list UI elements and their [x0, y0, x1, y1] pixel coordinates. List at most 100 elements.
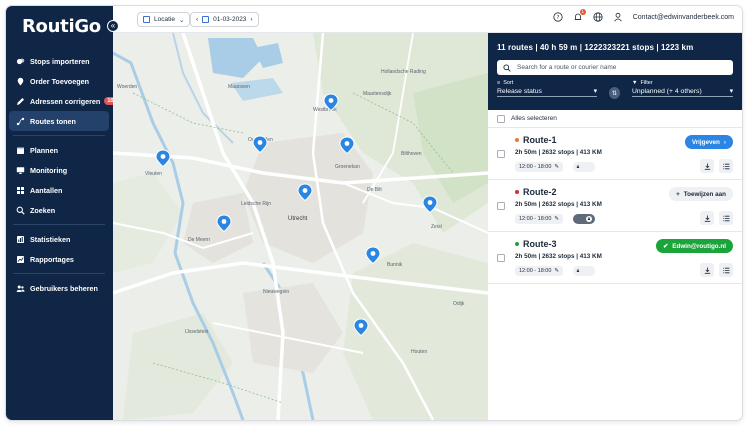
list-icon[interactable]: [719, 263, 733, 277]
location-label: Locatie: [154, 16, 175, 23]
chart-icon: [16, 255, 24, 263]
calendar-icon: [202, 16, 210, 23]
route-time-window[interactable]: 12:00 - 18:00 ✎: [515, 162, 564, 172]
building-icon: [143, 16, 150, 23]
routes-panel-header: 11 routes | 40 h 59 m | 1222323221 stops…: [488, 33, 742, 110]
route-search-input[interactable]: [517, 64, 717, 71]
route-lock-toggle[interactable]: 🔒︎: [573, 162, 595, 172]
stops-import-icon: [16, 57, 25, 65]
sidebar-item-gebruikers-beheren[interactable]: Gebruikers beheren: [9, 278, 109, 298]
caret-down-icon: ▾: [593, 88, 597, 95]
sort-select[interactable]: ≡ Sort Release status ▾: [497, 80, 597, 99]
filter-value: Unplanned (+ 4 others): [632, 87, 702, 95]
route-action-button[interactable]: Vrijgeven ›: [684, 135, 733, 149]
filter-label: Filter: [640, 80, 653, 86]
top-actions: ? 1 Contact@edwinvanderbeek.com: [553, 9, 734, 22]
download-icon[interactable]: [700, 211, 714, 225]
route-checkbox[interactable]: [497, 202, 505, 210]
map-place-label: Houten: [411, 349, 427, 355]
sidebar-item-aantallen[interactable]: Aantallen: [9, 180, 109, 200]
filter-select[interactable]: ▼ Filter Unplanned (+ 4 others) ▾: [632, 80, 733, 99]
sort-direction-icon[interactable]: ⇅: [609, 87, 620, 99]
chevron-right-icon: ›: [723, 138, 726, 146]
route-time-window[interactable]: 12:00 - 18:00 ✎: [515, 266, 564, 276]
pencil-icon: ✎: [554, 268, 560, 274]
notification-bell-icon[interactable]: 1: [573, 9, 586, 22]
order-add-icon: [16, 77, 24, 86]
user-icon[interactable]: [613, 12, 623, 22]
chevron-down-icon: ⌄: [178, 16, 185, 24]
sidebar-item-adressen-corrigeren[interactable]: Adressen corrigeren 10: [9, 91, 117, 111]
route-checkbox[interactable]: [497, 254, 505, 262]
sidebar-item-label: Plannen: [30, 145, 58, 155]
sidebar-item-stops-importeren[interactable]: Stops importeren: [9, 51, 109, 71]
users-icon: [16, 284, 25, 292]
route-status-dot: [515, 190, 519, 194]
sort-icon: ≡: [497, 80, 501, 86]
date-picker[interactable]: ‹ 01-03-2023 ›: [190, 12, 259, 27]
list-icon[interactable]: [719, 159, 733, 173]
route-name: Route-3: [523, 239, 557, 249]
collapse-sidebar-icon[interactable]: «: [107, 20, 119, 32]
lock-icon: 🔒︎: [576, 268, 580, 274]
map-place-label: Odijk: [453, 301, 465, 307]
sidebar-item-label: Routes tonen: [30, 116, 76, 126]
sidebar-item-plannen[interactable]: Plannen: [9, 140, 109, 160]
sidebar-item-monitoring[interactable]: Monitoring: [9, 160, 109, 180]
route-row[interactable]: Route-2 2h 50m | 2632 stops | 413 KM 12:00…: [488, 180, 742, 232]
sidebar-divider: [13, 273, 105, 274]
check-circle-icon: ✔: [663, 242, 669, 250]
pencil-icon: [16, 97, 24, 105]
route-row[interactable]: Route-3 2h 50m | 2632 stops | 413 KM 12:00…: [488, 232, 742, 284]
date-value: 01-03-2023: [213, 16, 247, 23]
routes-panel: 11 routes | 40 h 59 m | 1222323221 stops…: [488, 33, 742, 420]
sidebar-item-label: Statistieken: [30, 234, 71, 244]
sidebar-item-order-toevoegen[interactable]: Order Toevoegen: [9, 71, 109, 91]
list-icon[interactable]: [719, 211, 733, 225]
lock-icon: 🔒︎: [576, 164, 580, 170]
route-checkbox[interactable]: [497, 150, 505, 158]
route-row[interactable]: Route-1 2h 50m | 2632 stops | 413 KM 12:00…: [488, 128, 742, 180]
map-view[interactable]: WoerdenMaarssenWestbroekOud-ZuilenGroene…: [113, 33, 488, 420]
sidebar-item-label: Order Toevoegen: [30, 76, 89, 86]
caret-down-icon: ▾: [729, 88, 733, 95]
map-place-label: Maarssen: [228, 84, 250, 90]
globe-icon[interactable]: [593, 12, 603, 22]
route-list: Route-1 2h 50m | 2632 stops | 413 KM 12:00…: [488, 128, 742, 284]
sidebar-item-routes-tonen[interactable]: Routes tonen: [9, 111, 109, 131]
route-lock-toggle[interactable]: 🔒︎: [573, 214, 595, 224]
help-icon[interactable]: ?: [553, 12, 563, 22]
route-status-dot: [515, 138, 519, 142]
route-icon: [16, 117, 25, 126]
route-action-button[interactable]: ✔ Edwin@routigo.nl: [656, 239, 733, 253]
route-name: Route-1: [523, 135, 557, 145]
sidebar-item-rapportages[interactable]: Rapportages: [9, 249, 109, 269]
download-icon[interactable]: [700, 159, 714, 173]
map-canvas[interactable]: WoerdenMaarssenWestbroekOud-ZuilenGroene…: [113, 33, 488, 420]
select-all-row[interactable]: Alles selecteren: [488, 110, 742, 128]
chevron-left-icon[interactable]: ‹: [196, 16, 198, 23]
route-time-window[interactable]: 12:00 - 18:00 ✎: [515, 214, 564, 224]
download-icon[interactable]: [700, 263, 714, 277]
route-meta: 2h 50m | 2632 stops | 413 KM: [515, 149, 602, 156]
sidebar-item-zoeken[interactable]: Zoeken: [9, 200, 109, 220]
route-status-dot: [515, 242, 519, 246]
route-search[interactable]: [497, 60, 733, 75]
filter-icon: ▼: [632, 80, 638, 86]
map-place-label: De Meern: [188, 237, 210, 243]
map-place-label: Woerden: [117, 84, 137, 90]
chevron-right-icon[interactable]: ›: [250, 16, 252, 23]
sidebar-item-statistieken[interactable]: Statistieken: [9, 229, 109, 249]
map-place-label: Hollandsche Rading: [381, 69, 426, 75]
svg-text:?: ?: [556, 15, 559, 21]
location-select[interactable]: Locatie ⌄: [137, 12, 191, 27]
route-action-button[interactable]: + Toewijzen aan: [669, 187, 733, 201]
route-lock-toggle[interactable]: 🔒︎: [573, 266, 595, 276]
select-all-checkbox[interactable]: [497, 114, 505, 123]
user-email[interactable]: Contact@edwinvanderbeek.com: [633, 14, 734, 21]
sort-filter-row: ≡ Sort Release status ▾ ⇅ ▼ Filter Unplanne…: [497, 80, 733, 99]
statistics-icon: [16, 235, 24, 243]
map-place-label: Leidsche Rijn: [241, 201, 271, 207]
map-place-label: Groenekan: [335, 164, 360, 170]
route-meta: 2h 50m | 2632 stops | 413 KM: [515, 201, 602, 208]
